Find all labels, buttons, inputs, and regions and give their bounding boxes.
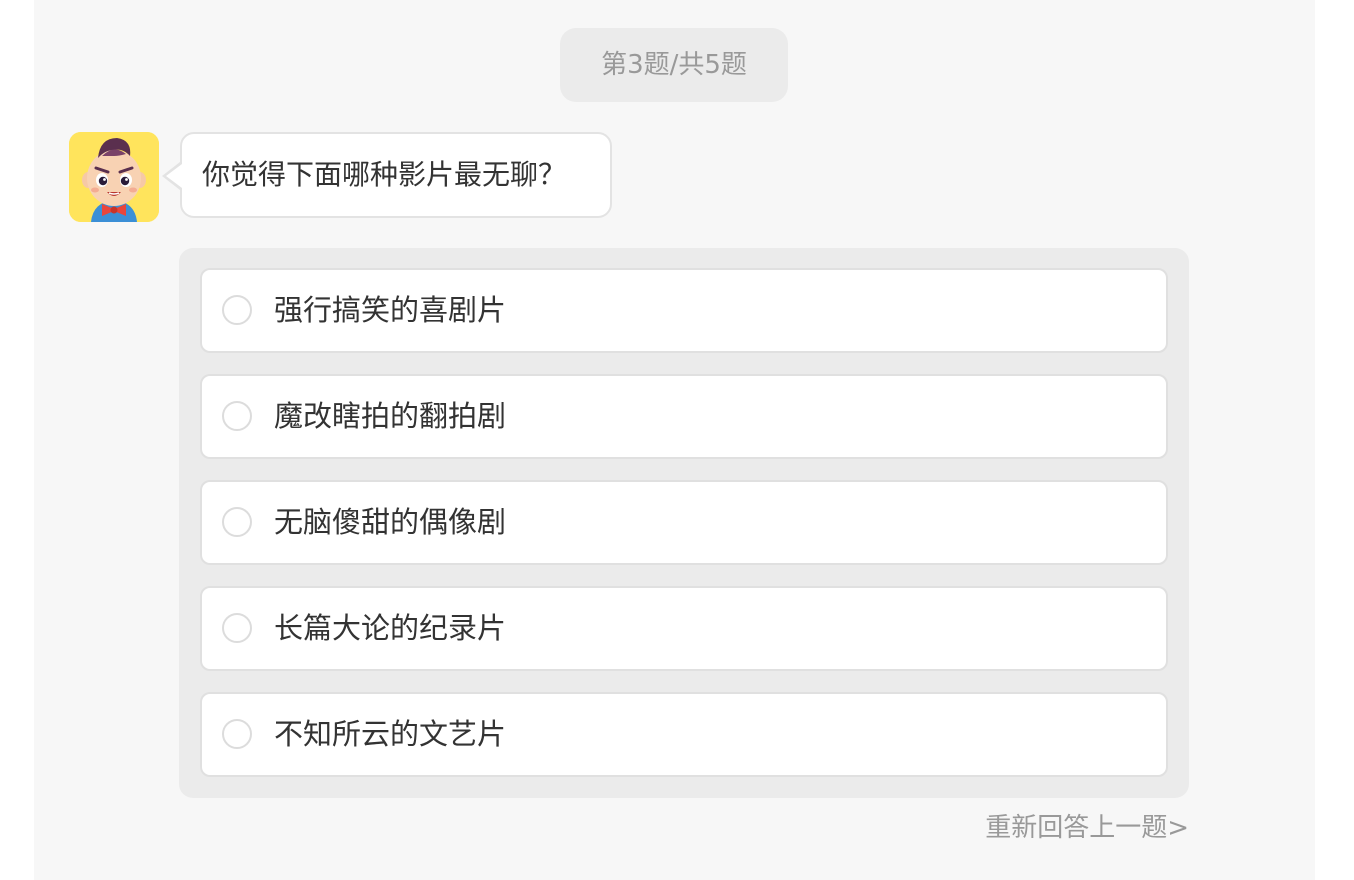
question-text: 你觉得下面哪种影片最无聊？ xyxy=(202,158,567,191)
option-item-2[interactable]: 魔改瞎拍的翻拍剧 xyxy=(200,374,1168,459)
radio-icon[interactable] xyxy=(222,401,252,431)
radio-icon[interactable] xyxy=(222,507,252,537)
redo-previous-question-link[interactable]: 重新回答上一题> xyxy=(985,808,1189,848)
option-item-3[interactable]: 无脑傻甜的偶像剧 xyxy=(200,480,1168,565)
bubble-tail-fill xyxy=(166,164,182,188)
options-list: 强行搞笑的喜剧片 魔改瞎拍的翻拍剧 无脑傻甜的偶像剧 长篇大论的纪录片 不知所云… xyxy=(179,248,1189,798)
radio-icon[interactable] xyxy=(222,613,252,643)
option-item-4[interactable]: 长篇大论的纪录片 xyxy=(200,586,1168,671)
option-label: 魔改瞎拍的翻拍剧 xyxy=(274,399,507,433)
option-label: 无脑傻甜的偶像剧 xyxy=(274,505,507,539)
cartoon-boy-avatar-icon xyxy=(69,132,159,222)
option-label: 强行搞笑的喜剧片 xyxy=(274,293,507,327)
radio-icon[interactable] xyxy=(222,719,252,749)
option-label: 不知所云的文艺片 xyxy=(274,717,507,751)
question-progress-badge: 第3题/共5题 xyxy=(560,28,788,102)
radio-icon[interactable] xyxy=(222,295,252,325)
option-item-5[interactable]: 不知所云的文艺片 xyxy=(200,692,1168,777)
option-item-1[interactable]: 强行搞笑的喜剧片 xyxy=(200,268,1168,353)
question-bubble: 你觉得下面哪种影片最无聊？ xyxy=(180,132,612,218)
option-label: 长篇大论的纪录片 xyxy=(274,611,507,645)
